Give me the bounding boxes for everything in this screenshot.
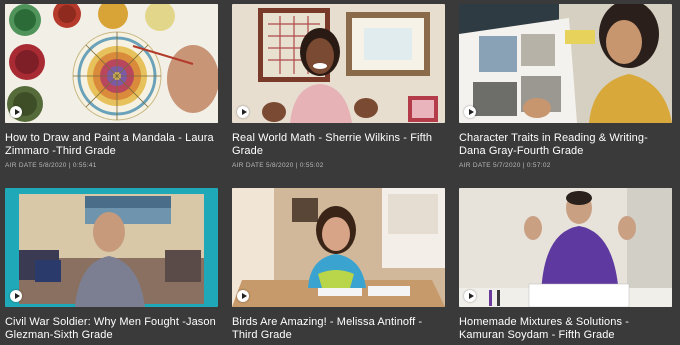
video-meta: AIR DATE 5/8/2020 | 0:55:41 bbox=[5, 162, 97, 169]
video-thumbnail-mandala[interactable] bbox=[5, 4, 218, 123]
video-thumbnail-civil-war[interactable] bbox=[5, 188, 218, 307]
video-card[interactable]: Homemade Mixtures & Solutions - Kamuran … bbox=[459, 188, 672, 345]
play-icon[interactable] bbox=[10, 290, 22, 302]
video-title[interactable]: How to Draw and Paint a Mandala - Laura … bbox=[5, 132, 218, 158]
video-title[interactable]: Real World Math - Sherrie Wilkins - Fift… bbox=[232, 132, 445, 158]
play-icon[interactable] bbox=[237, 290, 249, 302]
video-card[interactable]: Civil War Soldier: Why Men Fought -Jason… bbox=[5, 188, 218, 345]
video-card[interactable]: How to Draw and Paint a Mandala - Laura … bbox=[5, 4, 218, 170]
video-card[interactable]: Real World Math - Sherrie Wilkins - Fift… bbox=[232, 4, 445, 170]
mixtures-thumbnail-image bbox=[459, 188, 672, 307]
civil-war-thumbnail-image bbox=[5, 188, 218, 307]
video-card[interactable]: Birds Are Amazing! - Melissa Antinoff - … bbox=[232, 188, 445, 345]
play-icon[interactable] bbox=[464, 290, 476, 302]
video-meta: AIR DATE 5/7/2020 | 0:57:02 bbox=[459, 162, 551, 169]
play-icon[interactable] bbox=[237, 106, 249, 118]
video-card[interactable]: Character Traits in Reading & Writing- D… bbox=[459, 4, 672, 170]
math-thumbnail-image bbox=[232, 4, 445, 123]
video-thumbnail-mixtures[interactable] bbox=[459, 188, 672, 307]
play-icon[interactable] bbox=[464, 106, 476, 118]
video-thumbnail-birds[interactable] bbox=[232, 188, 445, 307]
video-thumbnail-math[interactable] bbox=[232, 4, 445, 123]
video-title[interactable]: Character Traits in Reading & Writing- D… bbox=[459, 132, 672, 158]
mandala-thumbnail-image bbox=[5, 4, 218, 123]
play-icon[interactable] bbox=[10, 106, 22, 118]
video-title[interactable]: Homemade Mixtures & Solutions - Kamuran … bbox=[459, 316, 672, 342]
video-grid: How to Draw and Paint a Mandala - Laura … bbox=[0, 0, 680, 341]
reading-thumbnail-image bbox=[459, 4, 672, 123]
video-title[interactable]: Civil War Soldier: Why Men Fought -Jason… bbox=[5, 316, 218, 342]
video-meta: AIR DATE 5/8/2020 | 0:55:02 bbox=[232, 162, 324, 169]
video-thumbnail-reading[interactable] bbox=[459, 4, 672, 123]
video-title[interactable]: Birds Are Amazing! - Melissa Antinoff - … bbox=[232, 316, 445, 342]
birds-thumbnail-image bbox=[232, 188, 445, 307]
